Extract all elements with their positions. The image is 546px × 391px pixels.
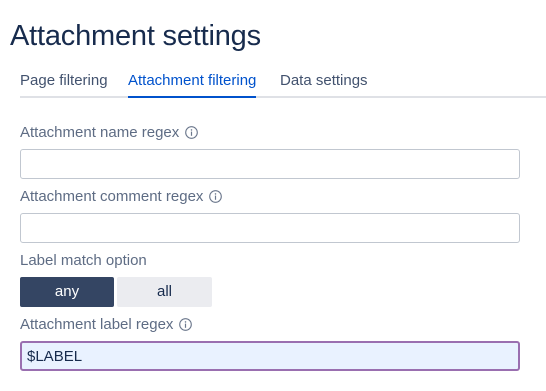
tab-bar: Page filtering Attachment filtering Data… — [20, 70, 546, 98]
attachment-comment-regex-label-text: Attachment comment regex — [20, 188, 204, 205]
attachment-label-regex-input[interactable] — [20, 341, 520, 371]
label-match-toggle: any all — [20, 277, 212, 307]
attachment-name-regex-input[interactable] — [20, 149, 520, 179]
info-icon[interactable] — [185, 126, 199, 139]
match-all-button[interactable]: all — [117, 277, 212, 307]
page-title: Attachment settings — [10, 20, 261, 52]
label-match-option-label: Label match option — [20, 252, 147, 269]
tab-attachment-filtering[interactable]: Attachment filtering — [128, 72, 257, 98]
attachment-name-regex-label: Attachment name regex — [20, 124, 199, 141]
attachment-comment-regex-label: Attachment comment regex — [20, 188, 223, 205]
tab-data-settings[interactable]: Data settings — [280, 72, 368, 96]
tab-page-filtering[interactable]: Page filtering — [20, 72, 108, 96]
match-any-button[interactable]: any — [20, 277, 114, 307]
info-icon[interactable] — [179, 318, 193, 331]
attachment-label-regex-label-text: Attachment label regex — [20, 316, 174, 333]
attachment-comment-regex-input[interactable] — [20, 213, 520, 243]
info-icon[interactable] — [209, 190, 223, 203]
label-match-option-label-text: Label match option — [20, 252, 147, 269]
attachment-label-regex-label: Attachment label regex — [20, 316, 193, 333]
attachment-name-regex-label-text: Attachment name regex — [20, 124, 180, 141]
